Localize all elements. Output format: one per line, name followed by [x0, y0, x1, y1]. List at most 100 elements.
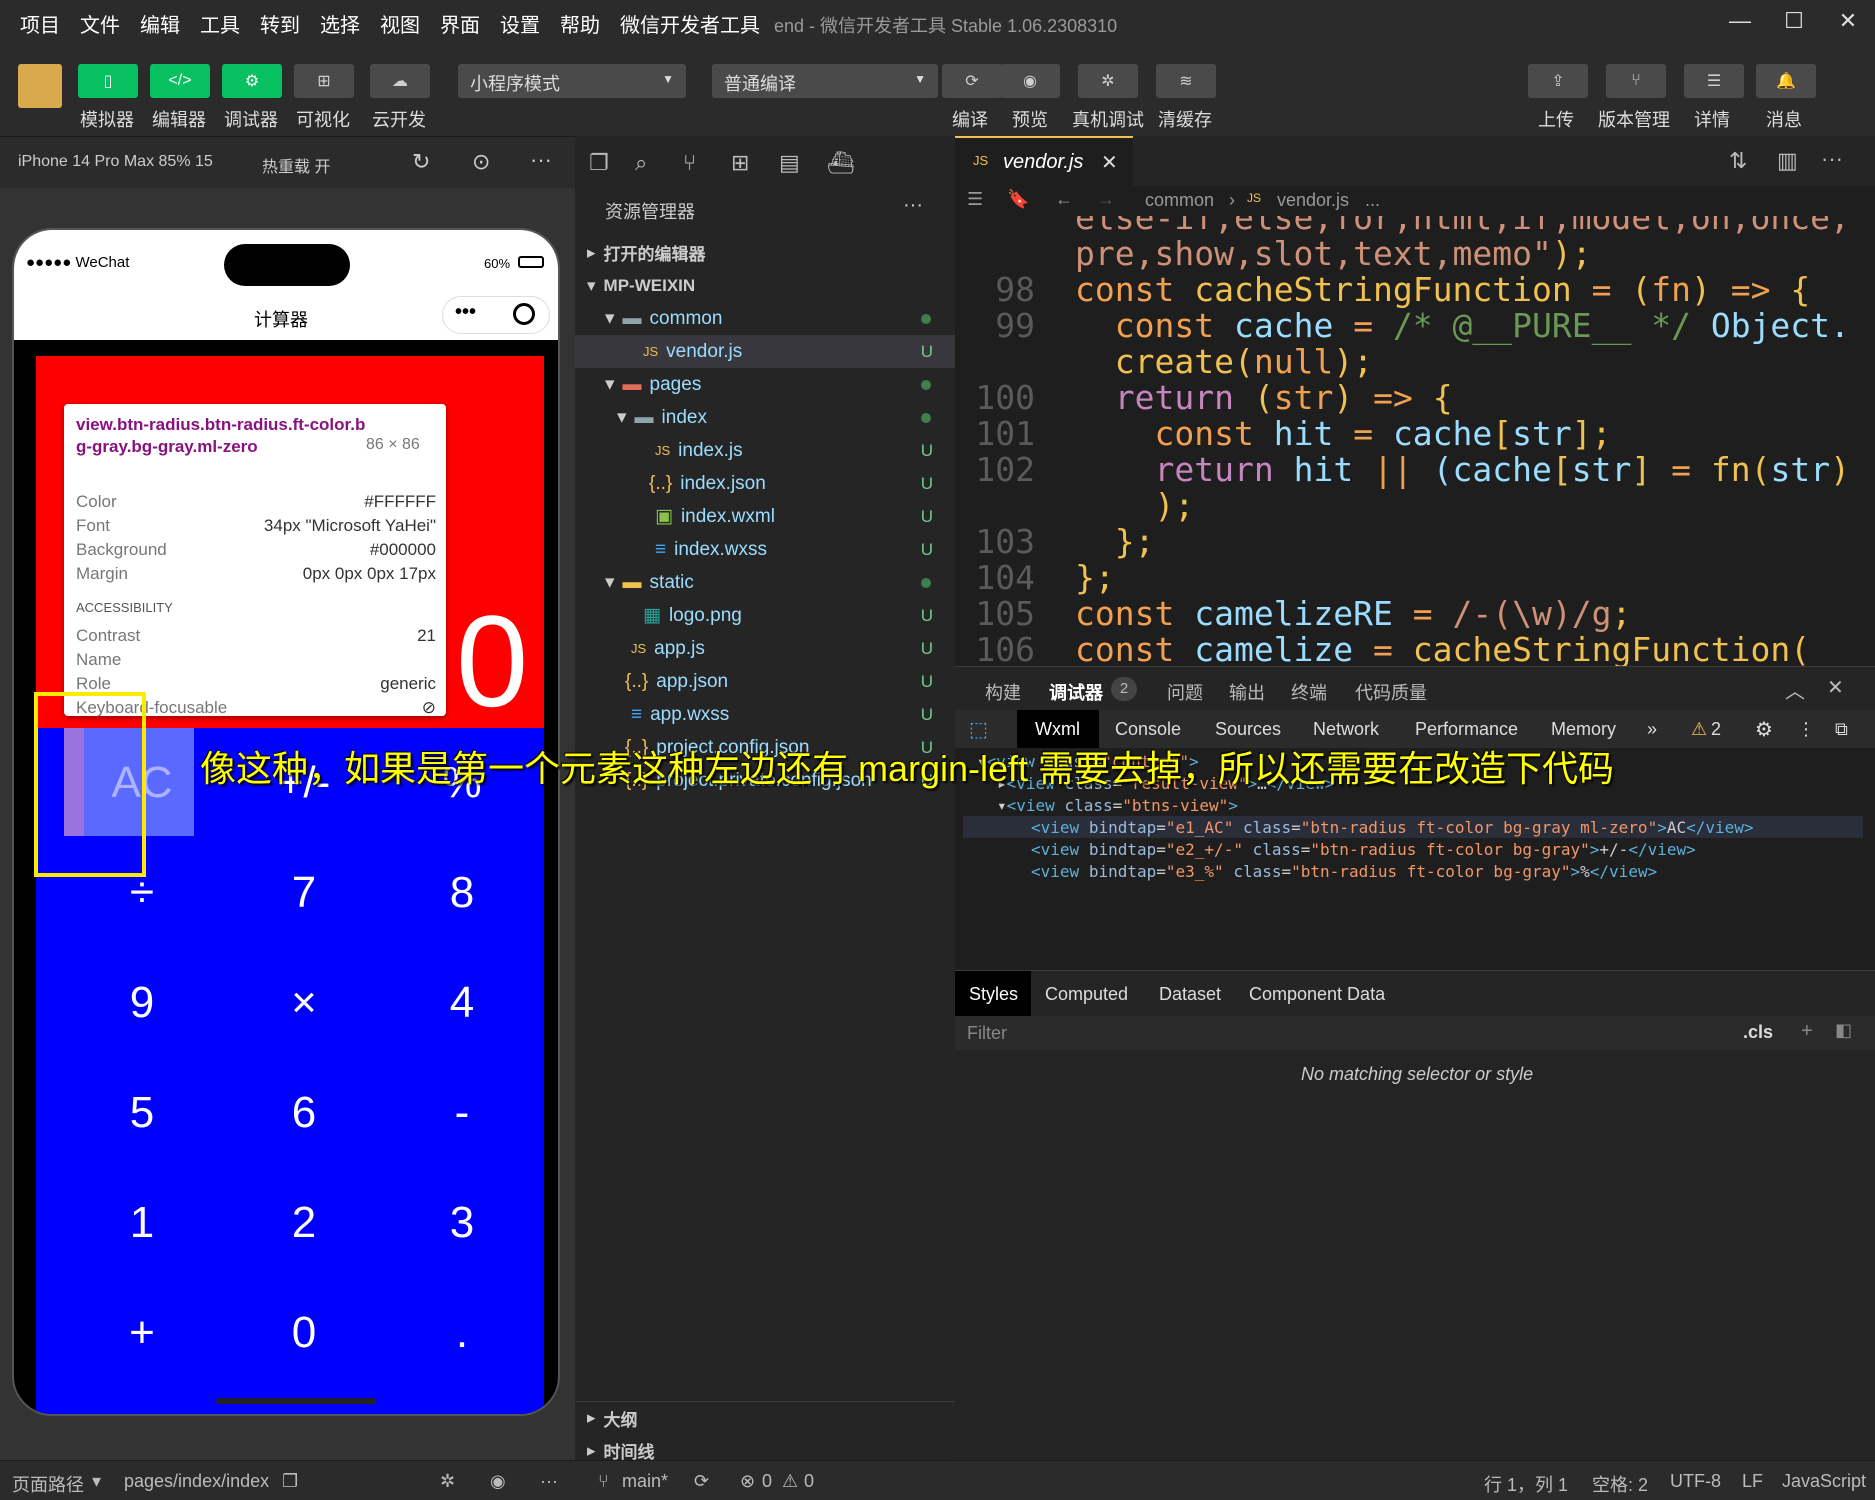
visual-button[interactable]: 可视化	[296, 106, 350, 132]
breadcrumb-vendor[interactable]: vendor.js	[1277, 190, 1349, 211]
page-path[interactable]: pages/index/index	[124, 1471, 269, 1492]
eye-icon[interactable]: ◉	[490, 1471, 506, 1492]
key-6[interactable]: 6	[244, 1088, 364, 1138]
list-icon[interactable]: ☰	[967, 189, 983, 210]
more-icon[interactable]: ···	[540, 1471, 558, 1492]
key-2[interactable]: 2	[244, 1198, 364, 1248]
toggle-sidebar-icon[interactable]: ◧	[1835, 1020, 1852, 1041]
more-icon[interactable]: ···	[1821, 146, 1843, 172]
visual-icon[interactable]: ⊞	[294, 64, 354, 98]
menu-view[interactable]: 视图	[380, 9, 420, 38]
breadcrumb-more[interactable]: ...	[1365, 190, 1380, 211]
key-dot[interactable]: .	[402, 1308, 522, 1358]
cloud-button[interactable]: 云开发	[372, 106, 426, 132]
dom-node-ac[interactable]: <view bindtap="e1_AC" class="btn-radius …	[1031, 818, 1754, 837]
tab-code-quality[interactable]: 代码质量	[1355, 679, 1427, 705]
tab-computed[interactable]: Computed	[1045, 984, 1128, 1005]
open-editors-section[interactable]: ▸ 打开的编辑器	[575, 236, 955, 269]
dock-icon[interactable]: ⧉	[1835, 719, 1848, 740]
avatar[interactable]	[18, 64, 62, 108]
compile-button[interactable]: 编译	[952, 106, 988, 132]
menu-project[interactable]: 项目	[20, 9, 60, 38]
line-ending[interactable]: LF	[1742, 1471, 1763, 1492]
error-count[interactable]: 0	[762, 1471, 772, 1492]
tab-build[interactable]: 构建	[985, 679, 1021, 705]
more-tabs-icon[interactable]: »	[1647, 719, 1657, 740]
tab-performance[interactable]: Performance	[1415, 719, 1518, 740]
more-icon[interactable]: ···	[530, 147, 552, 173]
bookmark-icon[interactable]: 🔖	[1007, 189, 1029, 210]
stop-icon[interactable]: ⊙	[472, 149, 490, 175]
more-icon[interactable]: •••	[455, 301, 476, 324]
key-plus[interactable]: +	[82, 1308, 202, 1358]
branch-icon[interactable]: ⑂	[1606, 64, 1666, 98]
editor-button[interactable]: 编辑器	[152, 106, 206, 132]
tree-folder-common[interactable]: ▾ ▬ common	[575, 302, 955, 335]
cursor-position[interactable]: 行 1，列 1	[1484, 1471, 1568, 1497]
simulator-icon[interactable]: ▯	[78, 64, 138, 98]
dom-node-percent[interactable]: <view bindtap="e3_%" class="btn-radius f…	[1031, 862, 1657, 881]
close-icon[interactable]: ✕	[1827, 675, 1844, 700]
capsule-button[interactable]: •••	[442, 296, 550, 334]
tab-network[interactable]: Network	[1313, 719, 1379, 740]
breadcrumb-common[interactable]: common	[1145, 190, 1214, 211]
bell-icon[interactable]: 🔔	[1756, 64, 1816, 98]
filter-input[interactable]: Filter	[967, 1023, 1007, 1044]
key-multiply[interactable]: ×	[244, 978, 364, 1028]
menu-file[interactable]: 文件	[80, 9, 120, 38]
dom-node-sign[interactable]: <view bindtap="e2_+/-" class="btn-radius…	[1031, 840, 1696, 859]
tab-console[interactable]: Console	[1115, 719, 1181, 740]
cloud-icon[interactable]: ☁	[370, 64, 430, 98]
panel-icon[interactable]: ▤	[779, 150, 800, 176]
tab-terminal[interactable]: 终端	[1291, 679, 1327, 705]
simulator-button[interactable]: 模拟器	[80, 106, 134, 132]
device-select[interactable]: iPhone 14 Pro Max 85% 15	[18, 153, 213, 171]
language-mode[interactable]: JavaScript	[1782, 1471, 1866, 1492]
debugger-icon[interactable]: ⚙	[222, 64, 282, 98]
hotreload-toggle[interactable]: 热重载 开	[262, 153, 330, 177]
git-branch[interactable]: main*	[622, 1471, 668, 1492]
back-icon[interactable]: ←	[1055, 189, 1073, 210]
menu-icon[interactable]: ☰	[1684, 64, 1744, 98]
tree-folder-index[interactable]: ▾ ▬ index	[575, 401, 955, 434]
preview-button[interactable]: 预览	[1012, 106, 1048, 132]
forward-icon[interactable]: →	[1097, 189, 1115, 210]
key-5[interactable]: 5	[82, 1088, 202, 1138]
debugger-button[interactable]: 调试器	[224, 106, 278, 132]
page-path-label[interactable]: 页面路径	[12, 1471, 84, 1497]
close-icon[interactable]: ✕	[1101, 150, 1118, 175]
chevron-up-icon[interactable]: ︿	[1785, 675, 1805, 704]
tab-vendor-js[interactable]: JS vendor.js ✕	[955, 136, 1133, 186]
docker-icon[interactable]: ⛴	[827, 150, 855, 176]
indentation[interactable]: 空格: 2	[1592, 1471, 1648, 1497]
tree-file-vendor[interactable]: JS vendor.js U	[575, 335, 955, 368]
files-icon[interactable]: ❐	[589, 150, 609, 176]
compare-icon[interactable]: ⇅	[1729, 148, 1747, 174]
encoding[interactable]: UTF-8	[1670, 1471, 1721, 1492]
tree-file-app-wxss[interactable]: ≡ app.wxss U	[575, 698, 955, 731]
tab-output[interactable]: 输出	[1229, 679, 1265, 705]
warning-count-status[interactable]: 0	[804, 1471, 814, 1492]
tree-file-index-wxss[interactable]: ≡ index.wxss U	[575, 533, 955, 566]
code-editor[interactable]: else-if,else,for,html,if,model,on,once, …	[955, 216, 1875, 666]
menu-wechat-devtools[interactable]: 微信开发者工具	[620, 9, 760, 38]
menu-select[interactable]: 选择	[320, 9, 360, 38]
tab-memory[interactable]: Memory	[1551, 719, 1616, 740]
menu-help[interactable]: 帮助	[560, 9, 600, 38]
layers-icon[interactable]: ≋	[1156, 64, 1216, 98]
tab-component-data[interactable]: Component Data	[1249, 984, 1385, 1005]
tree-file-index-js[interactable]: JS index.js U	[575, 434, 955, 467]
key-4[interactable]: 4	[402, 978, 522, 1028]
menu-tools[interactable]: 工具	[200, 9, 240, 38]
mode-select[interactable]: 小程序模式 ▼	[458, 64, 686, 98]
close-circle-icon[interactable]	[513, 303, 535, 325]
kebab-icon[interactable]: ⋮	[1797, 719, 1815, 740]
dom-node-btns-view[interactable]: ▾<view class="btns-view">	[997, 796, 1238, 815]
version-button[interactable]: 版本管理	[1598, 106, 1670, 132]
key-9[interactable]: 9	[82, 978, 202, 1028]
editor-icon[interactable]: </>	[150, 64, 210, 98]
tab-sources[interactable]: Sources	[1215, 719, 1281, 740]
bug-icon[interactable]: ✲	[1078, 64, 1138, 98]
sync-icon[interactable]: ⟳	[694, 1471, 709, 1492]
key-minus[interactable]: -	[402, 1088, 522, 1138]
